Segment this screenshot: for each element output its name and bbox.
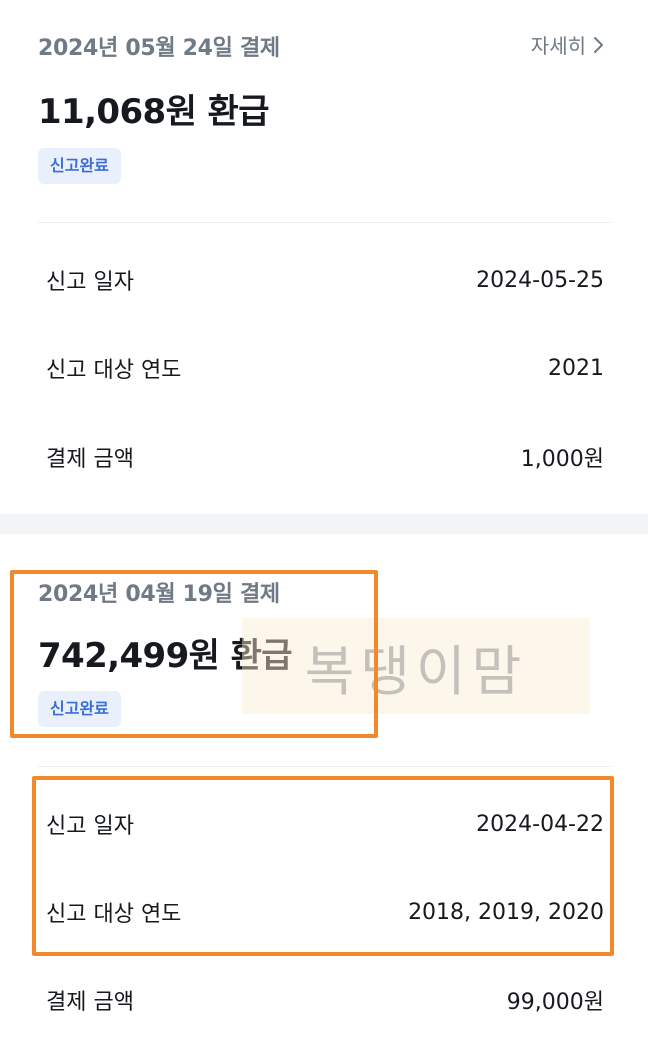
divider (38, 766, 612, 767)
section-separator (0, 514, 648, 534)
row-label: 신고 일자 (46, 270, 134, 295)
payment-card-1: 2024년 05월 24일 결제 자세히 11,068원 환급 신고완료 신고 … (0, 0, 648, 514)
row-value: 2021 (548, 355, 604, 381)
row-value: 2024-05-25 (476, 267, 604, 293)
chevron-right-icon (594, 36, 603, 53)
detail-row-target-year: 신고 대상 연도 2018, 2019, 2020 (46, 896, 604, 928)
row-value: 99,000원 (506, 990, 604, 1015)
payment-history-page: 2024년 05월 24일 결제 자세히 11,068원 환급 신고완료 신고 … (0, 0, 648, 1040)
row-label: 신고 대상 연도 (46, 358, 182, 383)
row-label: 신고 일자 (46, 814, 134, 839)
detail-link-label: 자세히 (530, 34, 586, 58)
row-value: 2024-04-22 (476, 811, 604, 837)
detail-row-target-year: 신고 대상 연도 2021 (46, 352, 604, 384)
watermark: 복댕이맘 (242, 618, 590, 714)
row-value: 2018, 2019, 2020 (408, 899, 604, 925)
payment-card-2 (0, 534, 648, 1040)
detail-link[interactable]: 자세히 (531, 30, 606, 59)
detail-row-report-date: 신고 일자 2024-04-22 (46, 808, 604, 840)
status-badge: 신고완료 (38, 691, 121, 727)
row-label: 신고 대상 연도 (46, 902, 182, 927)
divider (38, 222, 612, 223)
detail-row-payment-amount: 결제 금액 1,000원 (46, 441, 604, 473)
status-badge: 신고완료 (38, 148, 121, 184)
payment-date: 2024년 04월 19일 결제 (38, 582, 280, 607)
payment-date: 2024년 05월 24일 결제 (38, 36, 280, 61)
refund-amount: 11,068원 환급 (38, 92, 269, 132)
detail-row-payment-amount: 결제 금액 99,000원 (46, 984, 604, 1016)
detail-row-report-date: 신고 일자 2024-05-25 (46, 264, 604, 296)
row-label: 결제 금액 (46, 447, 134, 472)
row-label: 결제 금액 (46, 990, 134, 1015)
row-value: 1,000원 (520, 447, 604, 472)
